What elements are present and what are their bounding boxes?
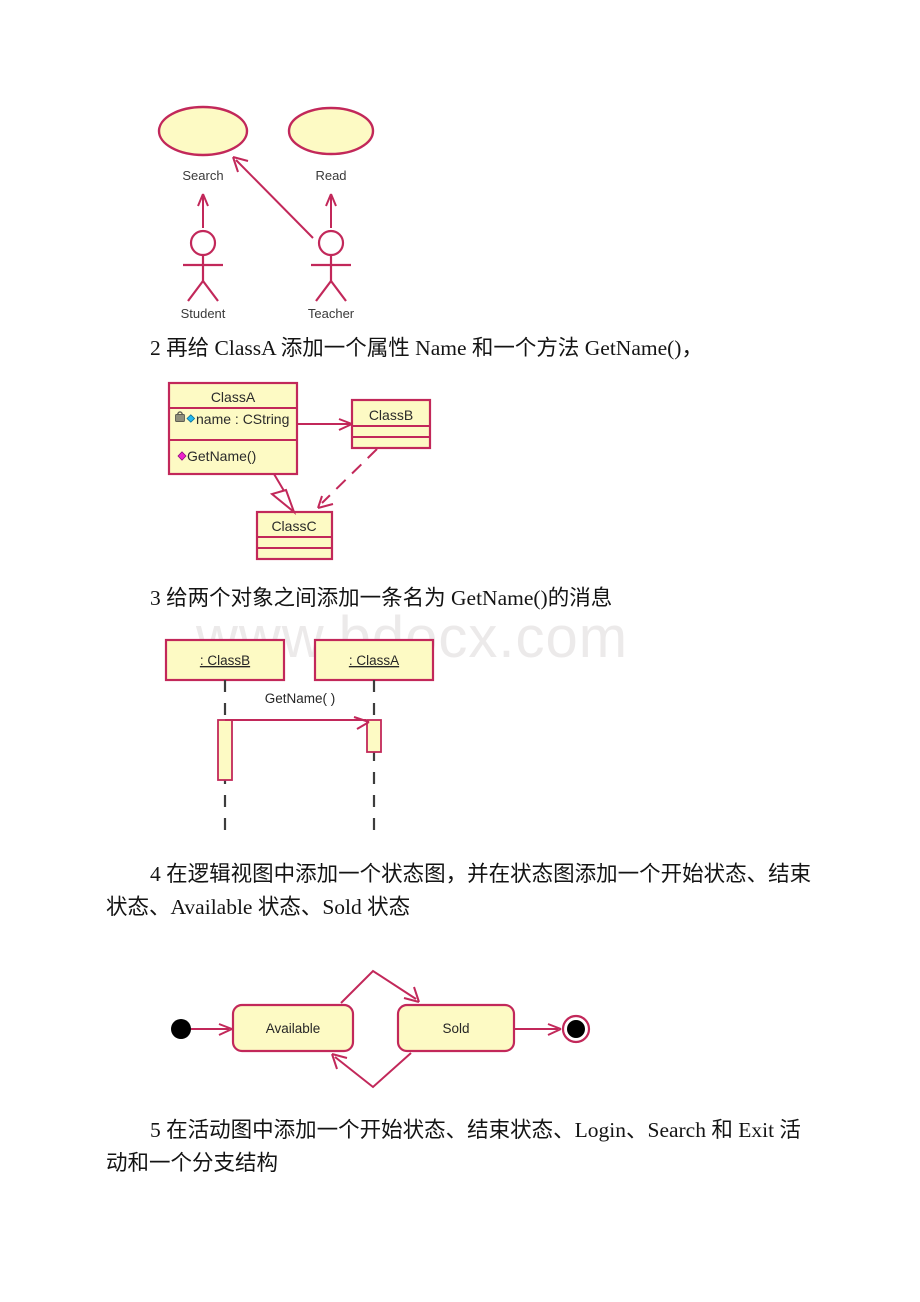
association-teacher-search xyxy=(232,156,314,239)
class-operation-classa: GetName() xyxy=(187,448,256,464)
state-label-available: Available xyxy=(266,1021,321,1036)
class-title-classa: ClassA xyxy=(211,389,256,405)
sequence-object-label-classb: : ClassB xyxy=(200,653,250,668)
paragraph-step-3: 3 给两个对象之间添加一条名为 GetName()的消息 xyxy=(150,586,613,610)
use-case-diagram: Search Read Student Teacher xyxy=(0,0,920,330)
relationship-association-classa-classb xyxy=(297,418,353,431)
start-state xyxy=(171,1019,191,1039)
sequence-message-label-getname: GetName( ) xyxy=(265,691,336,706)
actor-label-teacher: Teacher xyxy=(308,306,355,321)
sequence-object-label-classa: : ClassA xyxy=(349,653,399,668)
class-diagram: ClassA name : CString GetName() ClassB C… xyxy=(0,370,920,575)
transition-available-to-sold xyxy=(340,969,420,1004)
final-state xyxy=(561,1014,591,1044)
relationship-generalization-classa-classc xyxy=(269,473,297,516)
document-page: www.bdocx.com Search Read Student Teache… xyxy=(0,0,920,1302)
use-case-ellipse-read xyxy=(287,106,375,156)
transition-start-to-available xyxy=(191,1023,233,1036)
paragraph-step-4: 4 在逻辑视图中添加一个状态图，并在状态图添加一个开始状态、结束状态、Avail… xyxy=(106,862,812,919)
sequence-diagram: : ClassB : ClassA GetName( ) xyxy=(0,630,920,845)
association-teacher-read xyxy=(325,193,337,228)
paragraph-step-5: 5 在活动图中添加一个开始状态、结束状态、Login、Search 和 Exit… xyxy=(106,1118,801,1175)
activation-bar-classb xyxy=(217,719,233,781)
class-attribute-classa: name : CString xyxy=(196,411,289,427)
class-title-classc: ClassC xyxy=(271,518,316,534)
actor-label-student: Student xyxy=(181,306,226,321)
association-student-search xyxy=(197,193,209,228)
activation-bar-classa xyxy=(366,719,382,753)
sequence-message-getname xyxy=(225,716,370,730)
use-case-ellipse-search xyxy=(157,105,249,157)
transition-sold-to-final xyxy=(514,1023,562,1036)
actor-student xyxy=(183,229,223,302)
relationship-dependency-classb-classc xyxy=(317,448,378,509)
transition-sold-to-available xyxy=(331,1052,412,1089)
state-diagram: Available Sold xyxy=(0,955,920,1105)
use-case-label-read: Read xyxy=(315,168,346,183)
state-label-sold: Sold xyxy=(442,1021,469,1036)
paragraph-step-2: 2 再给 ClassA 添加一个属性 Name 和一个方法 GetName()， xyxy=(150,336,703,360)
actor-teacher xyxy=(311,229,351,302)
use-case-label-search: Search xyxy=(182,168,223,183)
class-title-classb: ClassB xyxy=(369,407,413,423)
